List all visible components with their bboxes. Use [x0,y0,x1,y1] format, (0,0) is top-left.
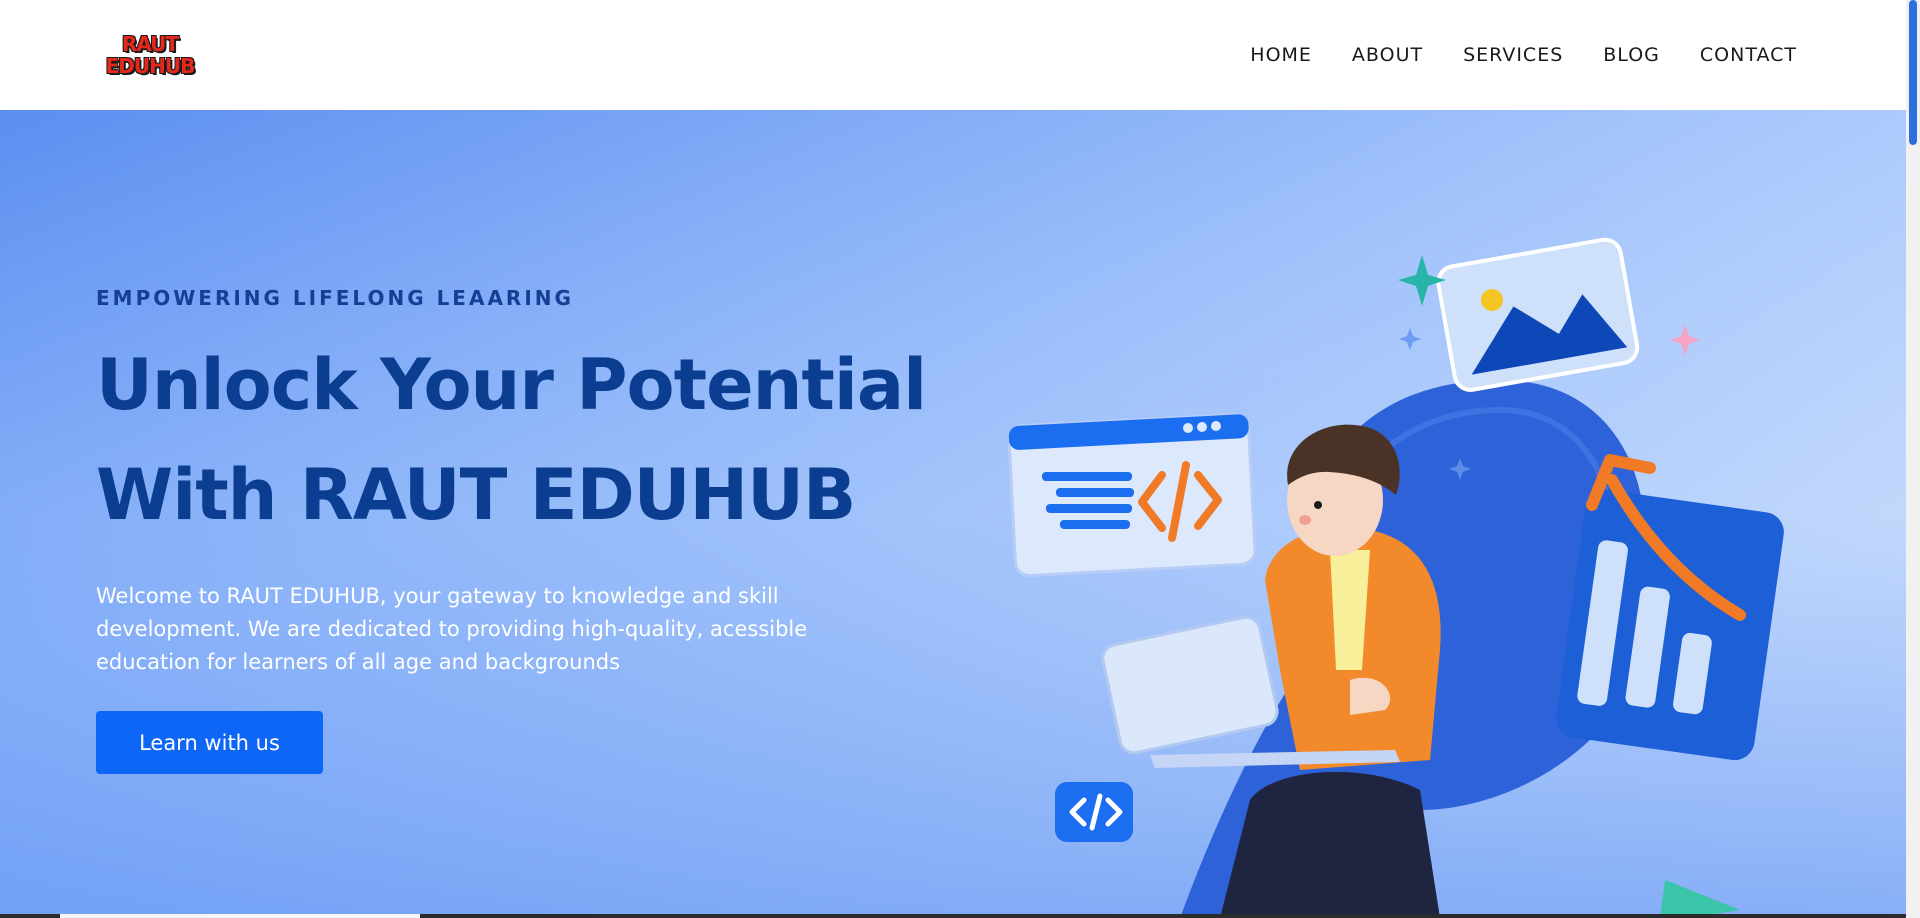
bottom-bar [0,914,1906,918]
brand-logo[interactable]: RAUT EDUHUB [102,33,198,77]
hero-headline: Unlock Your Potential With RAUT EDUHUB [96,330,927,550]
hero-headline-line-2: With RAUT EDUHUB [96,454,856,536]
teal-shape [1660,880,1740,918]
code-badge [1055,782,1133,842]
hero-illustration [1007,237,1784,918]
scrollbar-thumb[interactable] [1909,0,1917,145]
image-card [1436,237,1640,392]
chart-card [1556,454,1784,761]
bottom-bar-segment [60,914,420,918]
hero-headline-line-1: Unlock Your Potential [96,344,927,426]
nav-link-home[interactable]: HOME [1250,44,1312,66]
sparkle-teal [1398,255,1446,306]
code-window-card [1007,413,1257,577]
nav-link-services[interactable]: SERVICES [1463,44,1563,66]
logo-line-2: EDUHUB [105,54,196,78]
nav-link-blog[interactable]: BLOG [1603,44,1660,66]
main-nav: HOME ABOUT SERVICES BLOG CONTACT [1250,44,1797,66]
nav-link-about[interactable]: ABOUT [1352,44,1423,66]
logo-line-1: RAUT [121,32,179,56]
hero-eyebrow: EMPOWERING LIFELONG LEAARING [96,286,574,310]
hero-text-block: EMPOWERING LIFELONG LEAARING Unlock Your… [96,286,927,679]
nav-link-contact[interactable]: CONTACT [1700,44,1797,66]
top-navbar: RAUT EDUHUB HOME ABOUT SERVICES BLOG CON… [0,0,1906,110]
sparkle-blue-small [1399,328,1421,350]
learn-with-us-button[interactable]: Learn with us [96,711,323,774]
sparkle-pink [1670,324,1700,356]
hero-intro-text: Welcome to RAUT EDUHUB, your gateway to … [96,584,808,674]
page-scrollbar[interactable] [1906,0,1920,918]
